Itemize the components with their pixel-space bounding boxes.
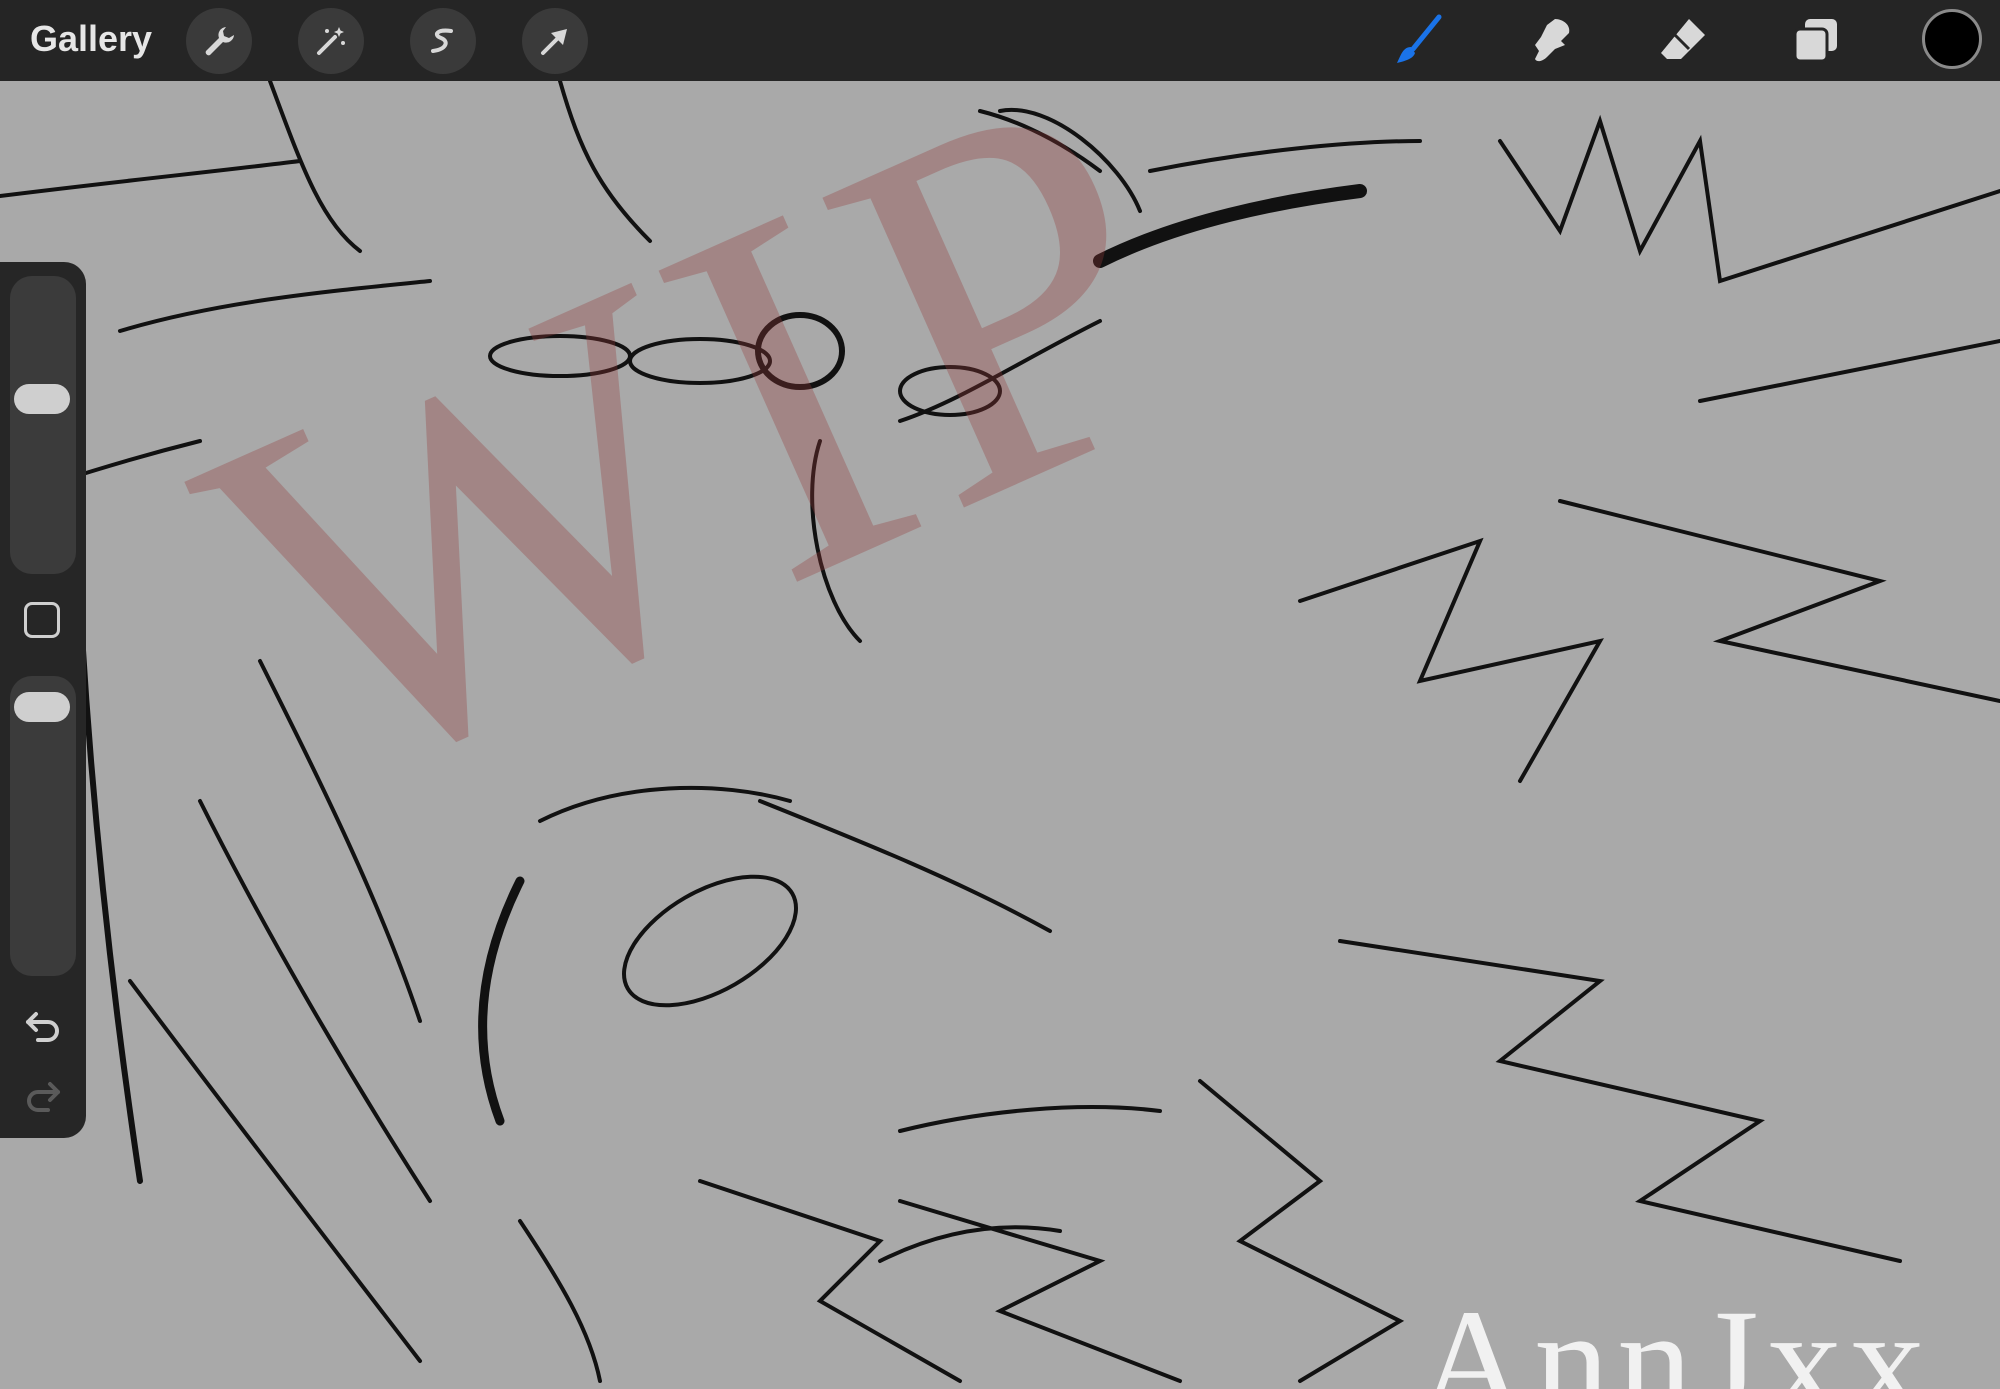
gallery-button[interactable]: Gallery [30,18,152,60]
smudge-tool[interactable] [1518,8,1584,74]
selection-icon [431,28,453,53]
brush-size-slider[interactable] [10,276,76,574]
redo-button[interactable] [18,1070,68,1120]
opacity-slider[interactable] [10,676,76,976]
transform-button[interactable] [522,8,588,74]
opacity-thumb[interactable] [14,692,70,722]
wrench-icon [205,27,234,56]
layers-tool[interactable] [1782,8,1848,74]
adjustments-button[interactable] [298,8,364,74]
transform-arrow-icon [541,29,567,55]
top-toolbar: Gallery [0,0,2000,81]
brush-icon [1397,14,1442,63]
artist-signature: AnnJxx [1418,1279,1933,1389]
undo-icon [26,1012,59,1042]
layers-icon [1793,19,1837,63]
undo-button[interactable] [18,1000,68,1050]
eraser-tool[interactable] [1650,8,1716,74]
brush-tool[interactable] [1386,8,1452,74]
redo-icon [27,1082,60,1112]
eraser-icon [1661,19,1705,59]
smudge-icon [1535,19,1570,62]
color-swatch[interactable] [1922,9,1982,69]
magic-wand-icon [317,27,345,55]
brush-size-thumb[interactable] [14,384,70,414]
modify-button[interactable] [24,602,60,638]
side-toolbar [0,262,86,1138]
selection-button[interactable] [410,8,476,74]
actions-button[interactable] [186,8,252,74]
drawing-canvas[interactable]: WIP AnnJxx [0,81,2000,1389]
